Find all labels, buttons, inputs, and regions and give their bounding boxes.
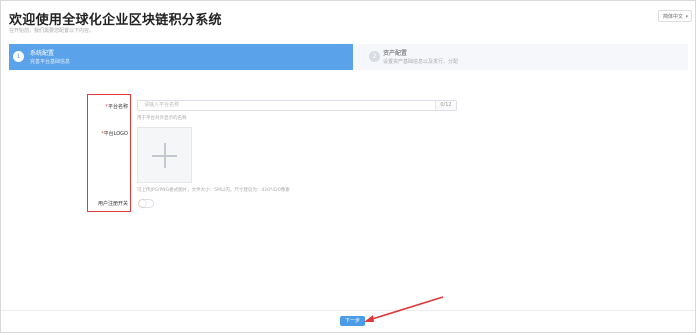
annotation-arrow (364, 296, 444, 322)
